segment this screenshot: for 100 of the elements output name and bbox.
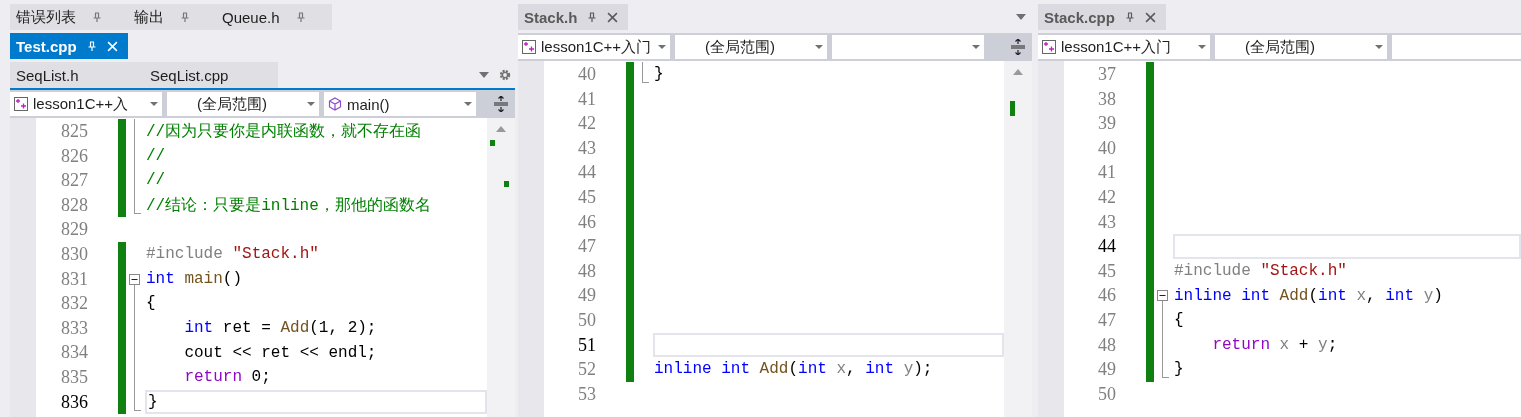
project-icon [14,97,28,111]
tab[interactable]: SeqList.cpp [144,62,278,88]
dropdown-caret-icon[interactable] [1016,14,1026,20]
code-token: y [1422,286,1434,305]
code-token: "Stack.h" [232,245,319,264]
dropdown[interactable]: lesson1C++入门 [1038,35,1210,59]
line-number: 44 [577,161,596,185]
code-token: int [865,360,895,379]
cube-icon [328,97,342,111]
line-number: 40 [577,63,596,86]
tab[interactable]: Queue.h [216,4,332,30]
line-number: 48 [577,259,596,283]
dropdown[interactable]: lesson1C++入 [10,92,162,116]
dropdown[interactable]: main() [324,92,476,116]
tab[interactable]: 错误列表 [10,4,128,30]
code-token: int [798,360,827,379]
code-token: cout << ret << endl; [183,343,377,362]
code-token: int [146,269,175,288]
line-number: 49 [577,284,596,308]
dropdown-caret-icon[interactable] [479,72,489,78]
tab[interactable]: 输出 [128,4,216,30]
line-number: 826 [60,144,88,168]
line-number: 836 [60,390,88,414]
code-token: // [146,146,166,165]
code-token: ret = [221,319,272,338]
collapse-icon[interactable] [1157,290,1168,302]
tab[interactable]: Stack.h [518,4,629,30]
code-token: #include [146,245,224,264]
line-number: 52 [577,358,596,382]
pin-icon[interactable] [180,12,190,22]
dropdown[interactable]: (全局范围) [675,35,827,59]
line-number: 832 [60,292,88,316]
split-icon[interactable] [494,96,508,112]
line-number: 47 [1097,308,1116,332]
code-token: () [222,269,243,288]
code-token: } [148,392,158,411]
pin-icon[interactable] [295,12,306,22]
code-token: inline int [654,360,750,379]
tab[interactable]: SeqList.h [10,62,144,88]
caret-icon [150,102,158,106]
line-number: 831 [60,267,88,291]
dropdown[interactable]: (全局范围) [1215,35,1387,59]
line-number: 42 [1097,185,1116,209]
code-token: ); [913,360,933,379]
scroll-marker [490,140,495,146]
dropdown[interactable]: (全局范围) [167,92,319,116]
caret-icon [464,102,472,106]
code-token: int [183,319,214,338]
code-token: , [846,360,857,379]
code-token: main [183,269,223,288]
scrollbar[interactable] [1004,61,1032,417]
line-number: 828 [60,193,88,217]
scroll-up-icon[interactable] [496,126,506,132]
code-token: #include [1174,262,1252,281]
code-token: } [654,65,664,84]
line-number: 40 [1097,136,1116,160]
code-token: inline int [1174,286,1270,305]
line-number: 830 [60,242,88,266]
close-icon[interactable] [1144,11,1156,23]
line-number: 48 [1097,333,1116,357]
line-number: 45 [577,185,596,209]
code-token: Add [1278,286,1309,305]
code-token: ( [788,360,799,379]
caret-icon [815,45,823,49]
code-token: x [835,360,847,379]
code-token: return [183,368,242,387]
close-icon[interactable] [607,11,619,23]
code-token: int [1318,286,1347,305]
line-number: 47 [577,235,596,259]
line-number: 42 [577,112,596,136]
line-number: 43 [1097,210,1116,234]
code-token: return [1211,335,1270,354]
code-token: { [1174,311,1184,330]
caret-icon [1375,45,1383,49]
code-token: Add [280,319,310,338]
scroll-up-icon[interactable] [1013,69,1023,75]
dropdown[interactable]: lesson1C++入门 [518,35,670,59]
code-token: ; [1327,335,1338,354]
line-number: 39 [1097,112,1116,136]
pin-icon[interactable] [1124,12,1135,22]
code-token: y [1318,335,1328,354]
line-number: 45 [1097,259,1116,283]
line-number: 44 [1097,235,1116,259]
code-token: y [902,360,914,379]
pin-icon[interactable] [587,12,598,22]
code-token: { [146,294,156,313]
code-token: , [1366,286,1377,305]
collapse-icon[interactable] [129,273,140,285]
project-icon [522,40,536,54]
line-number: 53 [577,382,596,406]
caret-icon [972,45,980,49]
tab[interactable]: Stack.cpp [1038,4,1166,30]
line-number: 833 [60,316,88,340]
pin-icon[interactable] [92,12,102,22]
code-token: } [1174,360,1184,379]
line-number: 37 [1097,63,1116,86]
code-token: 0; [250,368,271,387]
split-icon[interactable] [1011,39,1025,55]
settings-icon[interactable] [499,69,511,81]
scrollbar[interactable] [487,118,515,417]
